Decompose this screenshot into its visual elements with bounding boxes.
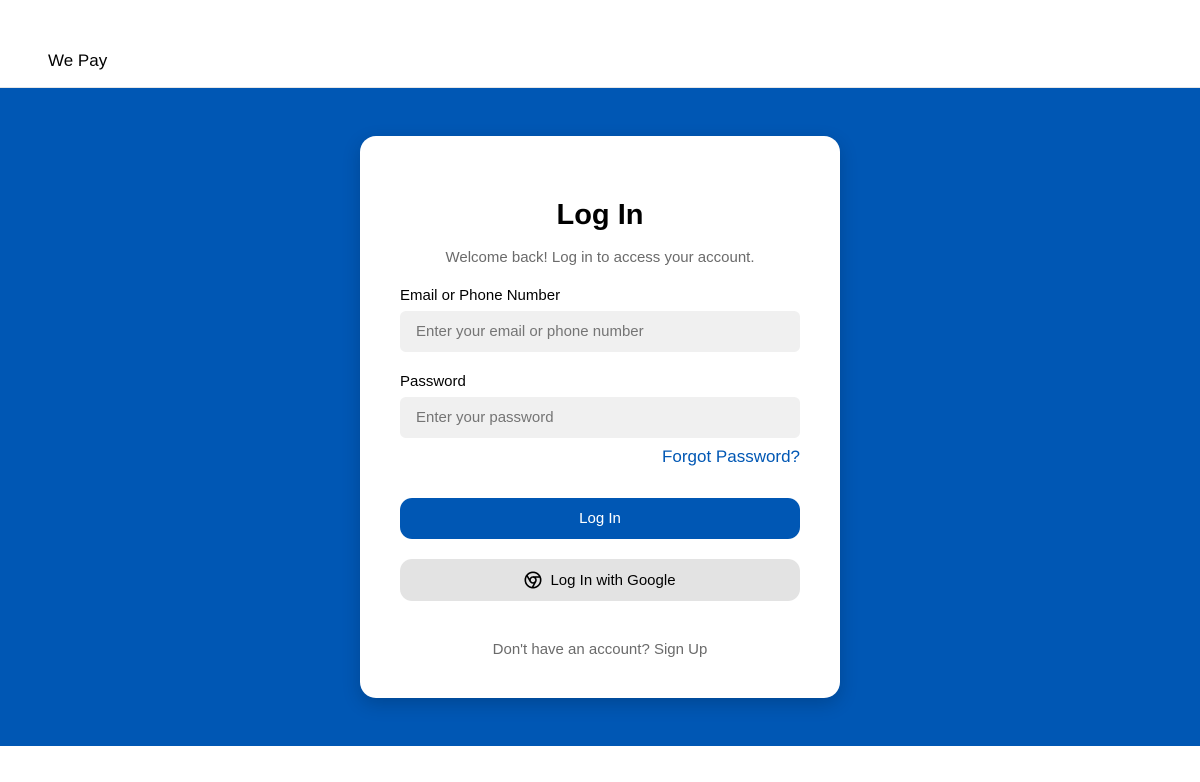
- chrome-icon: [524, 571, 542, 589]
- signup-link[interactable]: Sign Up: [654, 641, 707, 658]
- password-field[interactable]: [400, 397, 800, 438]
- brand-logo[interactable]: We Pay: [48, 51, 107, 71]
- signup-prompt: Don't have an account? Sign Up: [360, 641, 840, 659]
- google-button-label: Log In with Google: [550, 571, 676, 589]
- login-subtitle: Welcome back! Log in to access your acco…: [445, 249, 755, 266]
- forgot-password-link[interactable]: Forgot Password?: [662, 447, 800, 467]
- login-card: Log In Welcome back! Log in to access yo…: [360, 136, 840, 698]
- signup-prompt-text: Don't have an account?: [492, 641, 650, 658]
- email-label: Email or Phone Number: [400, 287, 561, 304]
- login-button[interactable]: Log In: [400, 498, 800, 539]
- top-header: We Pay: [0, 0, 1200, 88]
- page-title: Log In: [556, 199, 644, 231]
- google-login-button[interactable]: Log In with Google: [400, 559, 800, 601]
- email-field[interactable]: [400, 311, 800, 352]
- password-label: Password: [400, 373, 466, 390]
